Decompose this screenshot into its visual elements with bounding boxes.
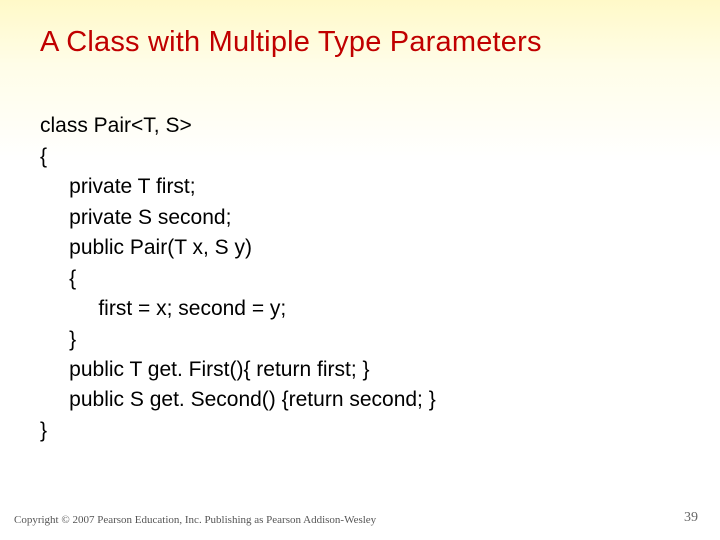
code-block: class Pair<T, S> { private T first; priv… — [40, 81, 680, 446]
code-line: public Pair(T x, S y) — [40, 236, 252, 259]
code-line: public T get. First(){ return first; } — [40, 358, 370, 381]
page-number: 39 — [684, 510, 698, 526]
code-line: } — [40, 328, 76, 351]
copyright-footer: Copyright © 2007 Pearson Education, Inc.… — [14, 514, 376, 526]
slide: A Class with Multiple Type Parameters cl… — [0, 0, 720, 540]
code-line: class Pair<T, S> — [40, 114, 192, 137]
code-line: first = x; second = y; — [40, 297, 286, 320]
code-line: } — [40, 419, 47, 442]
code-line: { — [40, 267, 76, 290]
code-line: public S get. Second() {return second; } — [40, 388, 436, 411]
slide-title: A Class with Multiple Type Parameters — [40, 26, 680, 59]
code-line: { — [40, 145, 47, 168]
code-line: private S second; — [40, 206, 231, 229]
code-line: private T first; — [40, 175, 196, 198]
